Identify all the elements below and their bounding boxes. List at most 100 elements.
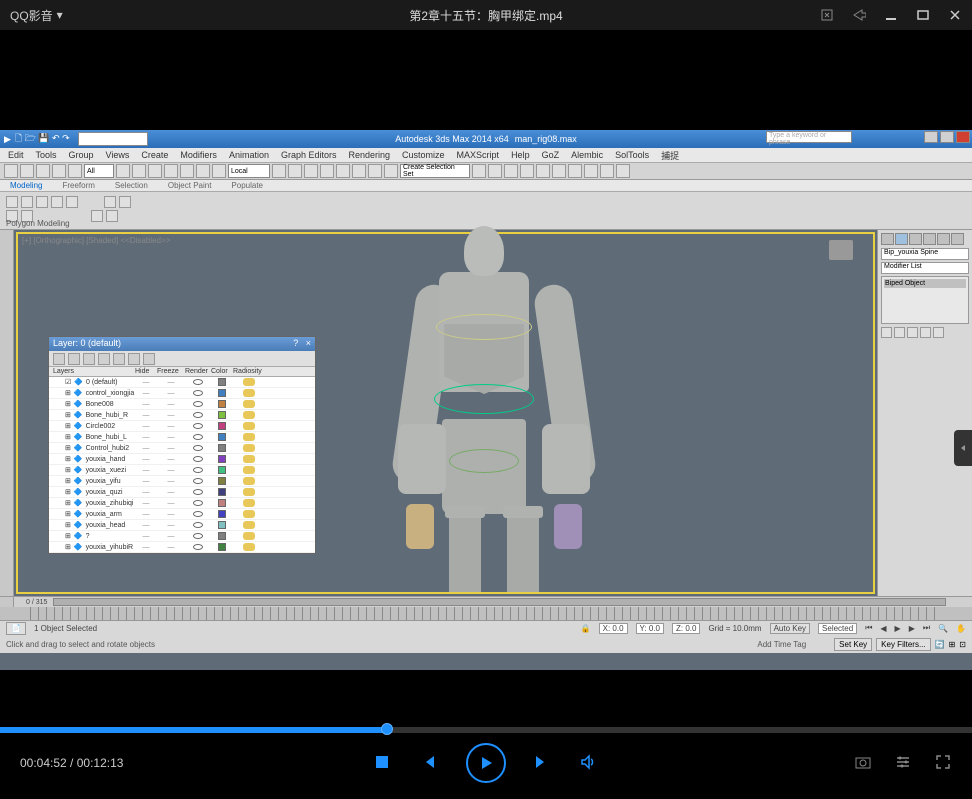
layer-row[interactable]: ☑🔷0 (default) ——	[49, 377, 315, 388]
menu-tools[interactable]: Tools	[36, 150, 57, 160]
goto-end-icon[interactable]: ⏭	[923, 623, 930, 633]
rect-select-button[interactable]	[148, 164, 162, 178]
layer-new-button[interactable]	[53, 353, 65, 365]
add-time-tag[interactable]: Add Time Tag	[757, 640, 806, 649]
snapshot-icon[interactable]	[854, 753, 872, 774]
next-button[interactable]	[534, 754, 552, 772]
dropdown-icon[interactable]: ▾	[57, 8, 63, 22]
object-name-field[interactable]: Bip_youxia Spine	[881, 248, 969, 260]
poly-tool-1[interactable]	[6, 196, 18, 208]
menu-views[interactable]: Views	[106, 150, 130, 160]
snap2d-button[interactable]	[320, 164, 334, 178]
layer-row[interactable]: ⊞🔷youxia_hand ——	[49, 454, 315, 465]
menu-animation[interactable]: Animation	[229, 150, 269, 160]
material-button[interactable]	[568, 164, 582, 178]
bind-button[interactable]	[68, 164, 82, 178]
video-area[interactable]: ▶ 🗋 🗁 💾 ↶ ↷ Workspace: Default Autodesk …	[0, 30, 972, 725]
script-button[interactable]: 📄	[6, 622, 26, 635]
manip-button[interactable]	[288, 164, 302, 178]
poly-tool-4[interactable]	[51, 196, 63, 208]
viewport-label[interactable]: [+] [Orthographic] [Shaded] <<Disabled>>	[22, 236, 170, 245]
layer-row[interactable]: ⊞🔷youxia_head ——	[49, 520, 315, 531]
menu-edit[interactable]: Edit	[8, 150, 24, 160]
window-cross-button[interactable]	[164, 164, 178, 178]
goto-start-icon[interactable]: ⏮	[865, 623, 872, 633]
layer-col-hide[interactable]: Hide	[135, 368, 157, 375]
menu-goz[interactable]: GoZ	[542, 150, 560, 160]
render-setup-button[interactable]	[584, 164, 598, 178]
poly-tool-2[interactable]	[21, 196, 33, 208]
ribbon-object paint[interactable]: Object Paint	[168, 181, 212, 190]
poly-tool-3[interactable]	[36, 196, 48, 208]
unique-button[interactable]	[907, 327, 918, 338]
nav-zoom-icon[interactable]: 🔍	[938, 624, 948, 633]
undo-button[interactable]	[4, 164, 18, 178]
close-icon[interactable]	[948, 8, 962, 22]
keymode-combo[interactable]: Selected	[818, 623, 857, 634]
keymode-button[interactable]	[304, 164, 318, 178]
select-name-button[interactable]	[132, 164, 146, 178]
layer-del-button[interactable]	[68, 353, 80, 365]
viewport-left-rail[interactable]	[0, 230, 14, 596]
center-button[interactable]	[272, 164, 286, 178]
layer-row[interactable]: ⊞🔷youxia_yihubiR ——	[49, 542, 315, 553]
poly-tool-10[interactable]	[91, 210, 103, 222]
ribbon-modeling[interactable]: Modeling	[10, 181, 42, 190]
curve-editor-button[interactable]	[536, 164, 550, 178]
poly-tool-11[interactable]	[106, 210, 118, 222]
menu-maxscript[interactable]: MAXScript	[457, 150, 500, 160]
poly-tool-5[interactable]	[66, 196, 78, 208]
max-minimize-icon[interactable]	[924, 131, 938, 143]
menu-create[interactable]: Create	[141, 150, 168, 160]
link-button[interactable]	[36, 164, 50, 178]
progress-bar[interactable]	[0, 727, 972, 733]
align-button[interactable]	[488, 164, 502, 178]
layer-col-freeze[interactable]: Freeze	[157, 368, 185, 375]
progress-thumb[interactable]	[381, 723, 393, 735]
prev-frame-icon[interactable]: ◀	[880, 624, 886, 633]
playlist-tab[interactable]	[954, 430, 972, 466]
layer-row[interactable]: ⊞🔷Bone008 ——	[49, 399, 315, 410]
prev-button[interactable]	[420, 754, 438, 772]
layer-row[interactable]: ⊞🔷Control_hubi2 ——	[49, 443, 315, 454]
layer-add-button[interactable]	[83, 353, 95, 365]
layer-panel-close-icon[interactable]: ? ×	[293, 338, 311, 350]
modifier-item[interactable]: Biped Object	[884, 279, 966, 288]
modifier-stack[interactable]: Biped Object	[881, 276, 969, 324]
schematic-button[interactable]	[552, 164, 566, 178]
layer-highlight-button[interactable]	[113, 353, 125, 365]
stop-button[interactable]	[374, 754, 392, 772]
layer-row[interactable]: ⊞🔷Bone_hubi_R ——	[49, 410, 315, 421]
maximize-icon[interactable]	[916, 8, 930, 22]
menu-modifiers[interactable]: Modifiers	[180, 150, 217, 160]
render-frame-button[interactable]	[600, 164, 614, 178]
menu-rendering[interactable]: Rendering	[349, 150, 391, 160]
unlink-button[interactable]	[52, 164, 66, 178]
share-icon[interactable]	[852, 8, 866, 22]
coord-combo[interactable]: Local	[228, 164, 270, 178]
max-search-input[interactable]: Type a keyword or phrase	[766, 131, 852, 143]
spinner-snap-button[interactable]	[384, 164, 398, 178]
settings-icon[interactable]	[894, 753, 912, 774]
setkey-button[interactable]: Set Key	[834, 638, 872, 651]
ribbon-selection[interactable]: Selection	[115, 181, 148, 190]
pin-stack-button[interactable]	[881, 327, 892, 338]
layer-row[interactable]: ⊞🔷? ——	[49, 531, 315, 542]
pin-icon[interactable]	[820, 8, 834, 22]
filter-combo[interactable]: All	[84, 164, 114, 178]
rotate-button[interactable]	[196, 164, 210, 178]
config-button[interactable]	[933, 327, 944, 338]
time-ruler[interactable]	[0, 607, 972, 621]
menu-help[interactable]: Help	[511, 150, 530, 160]
select-button[interactable]	[116, 164, 130, 178]
time-slider[interactable]	[53, 598, 946, 606]
next-frame-icon[interactable]: ▶	[909, 624, 915, 633]
layer-row[interactable]: ⊞🔷Bone_hubi_L ——	[49, 432, 315, 443]
layer-freeze-button[interactable]	[143, 353, 155, 365]
angle-snap-button[interactable]	[352, 164, 366, 178]
minimize-icon[interactable]	[884, 8, 898, 22]
volume-button[interactable]	[580, 754, 598, 772]
layer-hide-button[interactable]	[128, 353, 140, 365]
menu-customize[interactable]: Customize	[402, 150, 445, 160]
play-button[interactable]	[466, 743, 506, 783]
